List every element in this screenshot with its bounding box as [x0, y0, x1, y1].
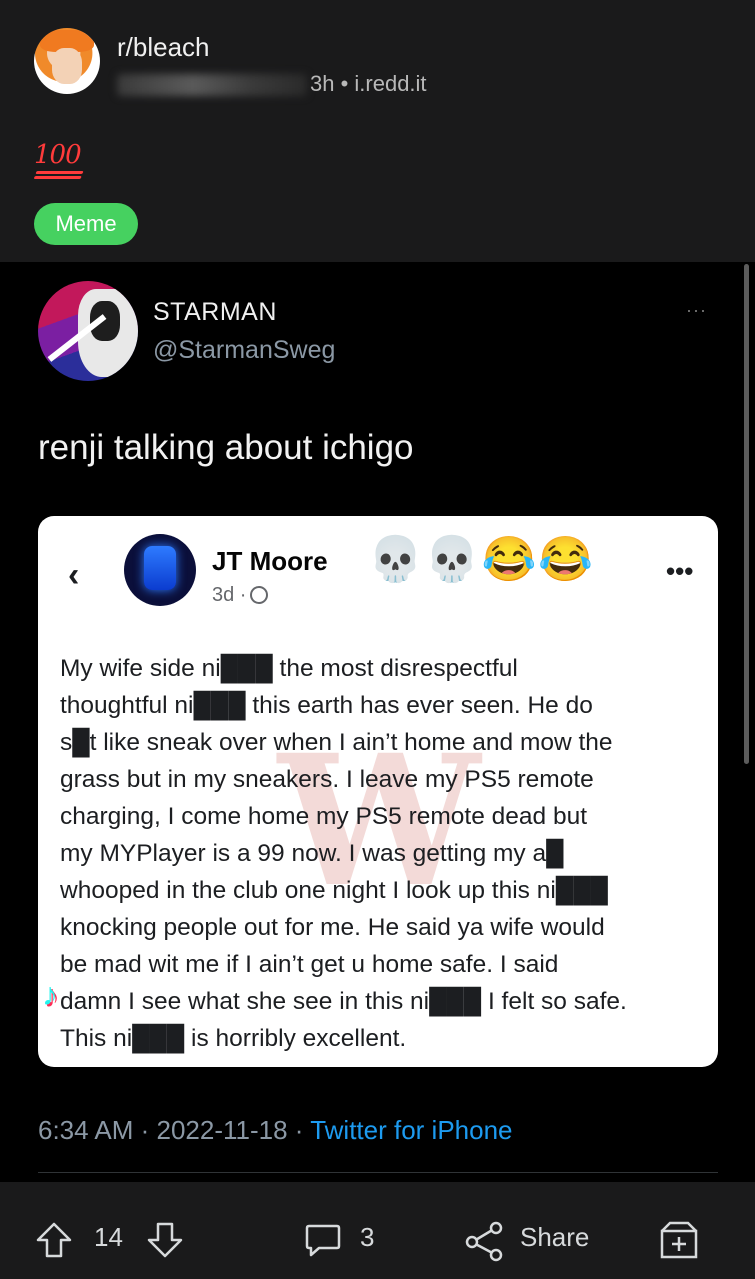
reaction-emojis: 💀💀😂😂 — [368, 535, 596, 584]
divider — [38, 1172, 718, 1173]
fb-avatar — [124, 534, 196, 606]
subreddit-avatar[interactable] — [34, 28, 100, 94]
tweet-more-icon: ··· — [686, 300, 707, 320]
share-button[interactable]: Share — [520, 1222, 589, 1253]
vote-count: 14 — [94, 1222, 123, 1252]
flair-badge[interactable]: Meme — [34, 203, 138, 245]
fb-author-name: JT Moore — [212, 546, 328, 576]
fb-meta-text: 3d · — [212, 584, 247, 606]
fb-more-icon: ••• — [666, 556, 694, 586]
subreddit-name[interactable]: r/bleach — [117, 32, 210, 63]
fb-post-meta: 3d · — [212, 584, 269, 607]
downvote-icon[interactable] — [145, 1220, 185, 1260]
tweet-handle: @StarmanSweg — [153, 336, 336, 364]
tweet-source: Twitter for iPhone — [310, 1115, 513, 1145]
tweet-display-name: STARMAN — [153, 298, 277, 326]
blurred-username — [117, 74, 307, 96]
post-meta: 3h • i.redd.it — [310, 71, 427, 96]
timestamp-text: 6:34 AM · 2022-11-18 · — [38, 1115, 311, 1145]
hundred-emoji-icon: 100 — [34, 140, 82, 170]
globe-icon — [250, 586, 269, 604]
share-icon[interactable] — [462, 1220, 506, 1262]
tiktok-icon: ♪ — [42, 976, 58, 1012]
tweet-timestamp: 6:34 AM · 2022-11-18 · Twitter for iPhon… — [38, 1115, 513, 1146]
scrollbar[interactable] — [744, 264, 749, 764]
award-icon[interactable] — [658, 1219, 700, 1261]
upvote-icon[interactable] — [34, 1220, 74, 1260]
tweet-avatar — [38, 281, 138, 381]
comment-icon[interactable] — [303, 1220, 343, 1260]
fb-post-body: My wife side ni███ the most disrespectfu… — [60, 655, 627, 1052]
embedded-post-card: W ‹ JT Moore 3d · 💀💀😂😂 ••• My wife side … — [38, 516, 718, 1067]
comment-count: 3 — [360, 1222, 375, 1252]
tweet-text: renji talking about ichigo — [38, 428, 414, 467]
back-icon: ‹ — [68, 556, 80, 594]
